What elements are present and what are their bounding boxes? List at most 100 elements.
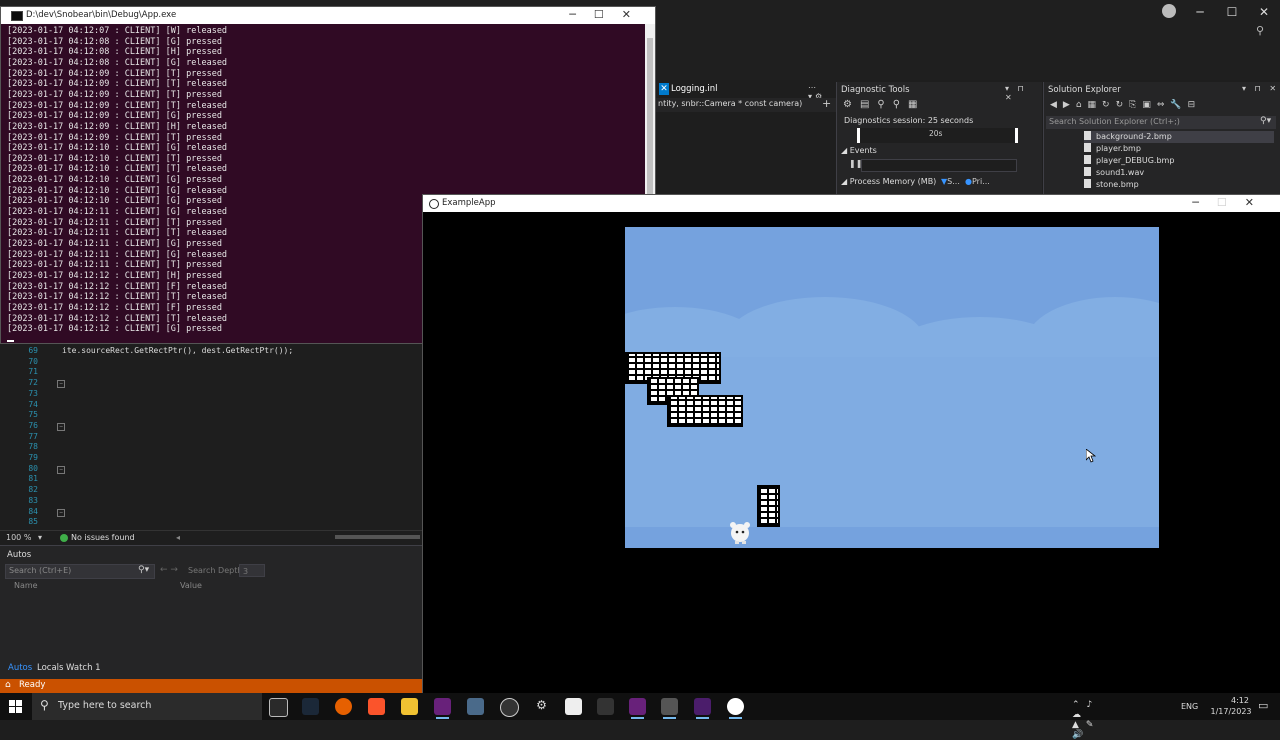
minimize-icon[interactable]: ─ — [1184, 5, 1216, 19]
code-line[interactable]: 69 ite.sourceRect.GetRectPtr(), dest.GetR… — [0, 346, 422, 357]
steam-icon[interactable] — [302, 698, 319, 715]
code-line[interactable]: 77 — [0, 432, 422, 443]
fold-toggle-icon[interactable]: − — [57, 380, 65, 389]
tab-locals[interactable]: Locals — [37, 663, 63, 673]
file-explorer-icon[interactable] — [401, 698, 418, 715]
tab-logging-inl[interactable]: Logging.inl — [671, 84, 718, 94]
column-header-value[interactable]: Value — [180, 581, 202, 590]
windows-start-icon[interactable] — [9, 700, 22, 713]
visual-studio-icon[interactable] — [629, 698, 646, 719]
legend-snapshot[interactable]: ▼S... — [941, 177, 960, 186]
console-titlebar[interactable]: D:\dev\Snobear\bin\Debug\App.exe ─☐✕ — [1, 7, 655, 24]
search-depth-select[interactable]: 3 — [239, 564, 265, 577]
fold-toggle-icon[interactable]: − — [57, 508, 65, 517]
code-line[interactable]: 80 − — [0, 464, 422, 475]
file-item[interactable]: sound1.wav — [1084, 167, 1274, 179]
code-line[interactable]: 79 — [0, 453, 422, 464]
zoom-level[interactable]: 100 % — [6, 531, 31, 544]
game-titlebar[interactable]: ExampleApp ─☐✕ — [423, 195, 1280, 212]
clock-date[interactable]: 1/17/2023 — [1202, 707, 1260, 716]
app-icon[interactable] — [597, 698, 614, 715]
code-line[interactable]: 84 − — [0, 507, 422, 518]
autos-search-input[interactable]: Search (Ctrl+E) ⚲▾ — [5, 564, 155, 579]
close-icon[interactable]: ✕ — [1248, 5, 1280, 19]
app-icon[interactable] — [467, 698, 484, 715]
session-timeline[interactable]: 20s — [857, 128, 1018, 143]
search-nav-arrows-icon[interactable]: ← → — [160, 565, 178, 575]
app-icon[interactable] — [500, 698, 519, 717]
terminal-icon[interactable] — [694, 698, 711, 719]
solution-search-input[interactable]: Search Solution Explorer (Ctrl+;) ⚲▾ — [1046, 116, 1276, 129]
code-line[interactable]: 75 — [0, 410, 422, 421]
zoom-dropdown-icon[interactable]: ▾ — [38, 531, 42, 544]
close-icon[interactable]: ✕ — [622, 8, 649, 21]
file-item[interactable]: stone.bmp — [1084, 179, 1274, 191]
file-item[interactable]: player.bmp — [1084, 143, 1274, 155]
brave-icon[interactable] — [368, 698, 385, 715]
scroll-left-icon[interactable]: ◂ — [176, 531, 180, 544]
console-window-controls[interactable]: ─☐✕ — [569, 8, 649, 21]
code-line[interactable]: 82 — [0, 485, 422, 496]
visual-studio-icon[interactable] — [434, 698, 451, 719]
log-line: [2023-01-17 04:12:08 : CLIENT] [H] press… — [7, 47, 222, 58]
code-line[interactable]: 76 − — [0, 421, 422, 432]
game-canvas[interactable] — [625, 227, 1159, 548]
close-tab-icon[interactable]: ✕ — [659, 83, 669, 95]
pin-icon[interactable]: ⚲ — [1256, 24, 1264, 37]
horizontal-scrollbar[interactable] — [335, 535, 420, 539]
member-dropdown[interactable]: ntity, snbr::Camera * const camera) — [658, 99, 802, 108]
tab-watch-1[interactable]: Watch 1 — [66, 663, 101, 673]
maximize-icon[interactable]: ☐ — [594, 8, 622, 21]
settings-gear-icon[interactable]: ⚙ — [533, 698, 550, 715]
code-line[interactable]: 71 — [0, 367, 422, 378]
code-text: ite.sourceRect.GetRectPtr(), dest.GetRec… — [62, 346, 294, 355]
fold-toggle-icon[interactable]: − — [57, 422, 65, 431]
file-item[interactable]: player_DEBUG.bmp — [1084, 155, 1274, 167]
code-line[interactable]: 83 — [0, 496, 422, 507]
code-line[interactable]: 81 — [0, 474, 422, 485]
notepad-icon[interactable] — [565, 698, 582, 715]
diagnostic-tools-panel: Diagnostic Tools ▾ ⊓ ✕ ⚙▤⚲⚲▦ Diagnostics… — [836, 82, 1042, 194]
code-editor[interactable]: 69 ite.sourceRect.GetRectPtr(), dest.GetR… — [0, 344, 422, 530]
code-line[interactable]: 70 — [0, 357, 422, 368]
task-view-icon[interactable] — [269, 698, 288, 717]
legend-private-bytes[interactable]: ●Pri... — [965, 177, 990, 186]
account-avatar[interactable] — [1162, 4, 1176, 18]
code-line[interactable]: 73 — [0, 389, 422, 400]
column-header-name[interactable]: Name — [14, 581, 38, 590]
process-memory-section[interactable]: ◢ Process Memory (MB) — [841, 177, 936, 186]
clock-time[interactable]: 4:12 — [1220, 696, 1260, 705]
notification-icon[interactable]: ▭ — [1258, 699, 1268, 712]
code-line[interactable]: 85 — [0, 517, 422, 528]
input-language[interactable]: ENG — [1181, 702, 1198, 711]
example-app-icon[interactable] — [727, 698, 744, 719]
tab-autos[interactable]: Autos — [8, 663, 32, 673]
timeline-start-handle[interactable] — [857, 128, 860, 143]
fold-toggle-icon[interactable]: − — [57, 465, 65, 474]
game-window-controls[interactable]: ─☐✕ — [1192, 196, 1272, 209]
diagnostic-toolbar[interactable]: ⚙▤⚲⚲▦ — [843, 99, 926, 110]
maximize-icon[interactable]: ☐ — [1216, 5, 1248, 19]
timeline-tick-label: 20s — [929, 129, 943, 138]
taskbar-search-box[interactable]: ⚲ Type here to search — [32, 693, 262, 720]
firefox-icon[interactable] — [335, 698, 352, 715]
search-icon[interactable]: ⚲▾ — [138, 565, 149, 575]
minimize-icon[interactable]: ─ — [1192, 196, 1217, 209]
panel-controls-icon[interactable]: ▾ ⊓ ✕ — [1005, 84, 1042, 102]
panel-controls-icon[interactable]: ▾ ⊓ ✕ — [1242, 84, 1279, 93]
close-icon[interactable]: ✕ — [1245, 196, 1272, 209]
issues-status[interactable]: No issues found — [71, 531, 135, 544]
maximize-icon[interactable]: ☐ — [1217, 196, 1245, 209]
events-section[interactable]: ◢ Events — [841, 146, 877, 155]
code-line[interactable]: 74 — [0, 400, 422, 411]
code-line[interactable]: 72 − — [0, 378, 422, 389]
split-plus-icon[interactable]: + — [822, 97, 831, 110]
timeline-end-handle[interactable] — [1015, 128, 1018, 143]
tray-icons[interactable]: ⌃♪☁▲✎🔊 — [1072, 700, 1100, 740]
file-item[interactable]: background-2.bmp — [1084, 131, 1274, 143]
solution-toolbar[interactable]: ◀▶⌂▦↻↻⎘▣⇔🔧⊟ — [1050, 100, 1201, 110]
minimize-icon[interactable]: ─ — [569, 8, 594, 21]
code-line[interactable]: 78 — [0, 442, 422, 453]
app-icon[interactable] — [661, 698, 678, 719]
game-window[interactable]: ExampleApp ─☐✕ — [422, 194, 1280, 693]
